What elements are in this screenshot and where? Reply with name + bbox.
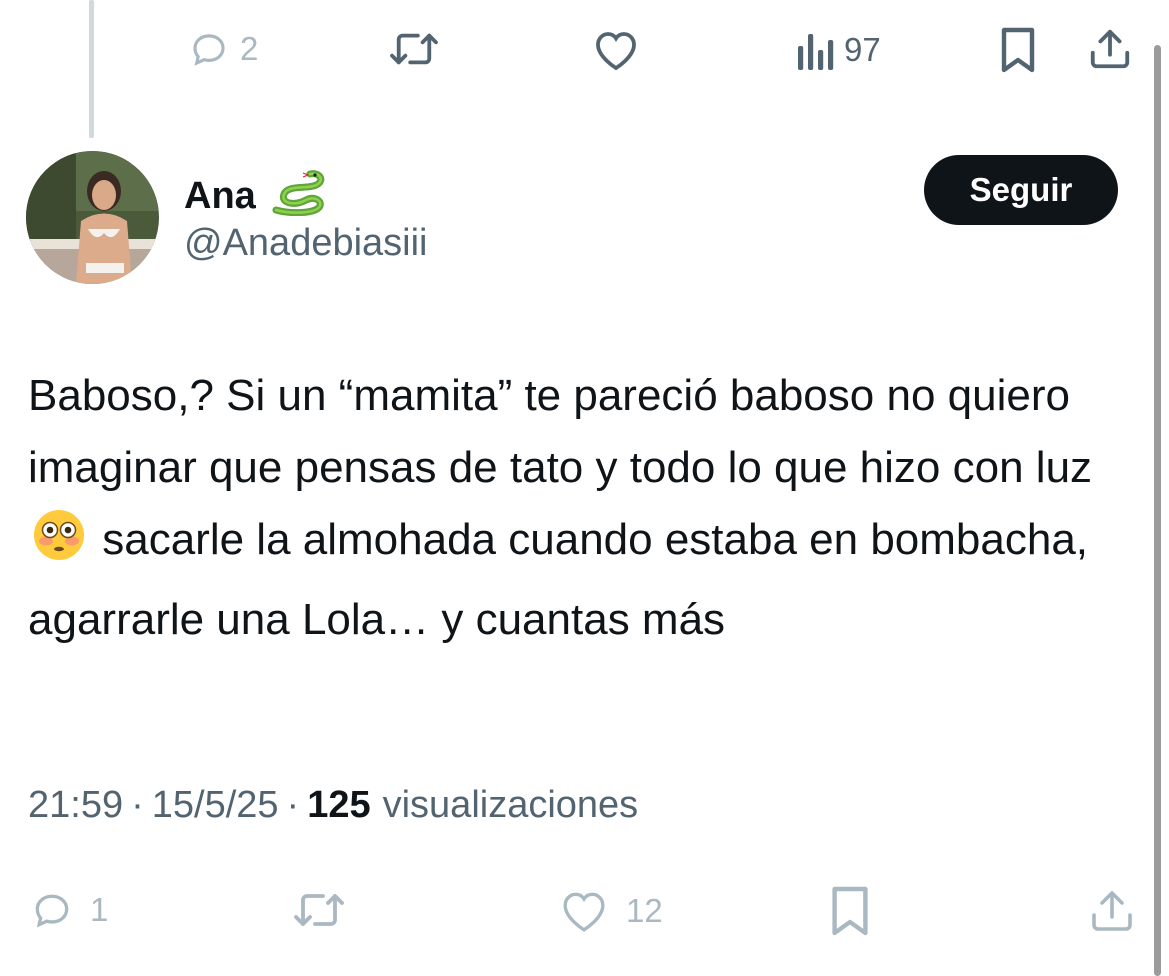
bookmark-icon [828, 884, 872, 938]
reply-action[interactable]: 1 [28, 888, 108, 932]
retweet-action[interactable] [288, 888, 350, 932]
tweet-date[interactable]: 15/5/25 [152, 784, 279, 827]
reply-count: 1 [90, 891, 109, 928]
tweet-time[interactable]: 21:59 [28, 784, 123, 827]
retweet-icon [386, 28, 442, 70]
like-action[interactable]: 12 [556, 888, 663, 934]
top-views-count: 97 [844, 31, 881, 68]
tweet-text: Baboso,? Si un “mamita” te pareció babos… [28, 360, 1148, 656]
snake-emoji-icon [270, 166, 328, 226]
retweet-icon [288, 888, 350, 932]
tweet-text-part2: sacarle la almohada cuando estaba en bom… [28, 515, 1089, 644]
analytics-icon [796, 28, 836, 72]
top-views-action[interactable]: 97 [796, 28, 881, 72]
views-label[interactable]: visualizaciones [383, 784, 639, 827]
follow-button[interactable]: Seguir [924, 155, 1118, 225]
top-reply-action[interactable]: 2 [186, 28, 258, 70]
author-name-row[interactable]: Ana [184, 166, 328, 226]
views-count: 125 [307, 784, 371, 826]
bookmark-icon [998, 26, 1038, 74]
top-retweet-action[interactable] [386, 28, 442, 70]
thread-connector-line [89, 0, 94, 138]
share-icon [1088, 886, 1136, 936]
heart-icon [592, 28, 640, 72]
share-action[interactable] [1088, 886, 1136, 936]
bookmark-action[interactable] [828, 884, 872, 938]
tweet-text-part1: Baboso,? Si un “mamita” te pareció babos… [28, 371, 1093, 492]
heart-icon [556, 888, 612, 934]
author-avatar[interactable] [26, 151, 159, 284]
flushed-face-emoji-icon [32, 508, 86, 584]
top-like-action[interactable] [592, 28, 640, 72]
top-reply-count: 2 [240, 30, 259, 67]
separator-dot: · [286, 784, 300, 826]
reply-icon [28, 888, 76, 932]
author-name: Ana [184, 174, 256, 217]
reply-icon [186, 28, 232, 70]
top-bookmark-action[interactable] [998, 26, 1038, 74]
share-icon [1087, 26, 1133, 72]
separator-dot: · [131, 784, 144, 826]
tweet-meta: 21:59 · 15/5/25 · 125 visualizaciones [28, 784, 638, 827]
scrollbar[interactable] [1154, 45, 1161, 976]
like-count: 12 [626, 892, 663, 929]
author-handle[interactable]: @Anadebiasiii [184, 222, 428, 265]
top-share-action[interactable] [1087, 26, 1133, 72]
